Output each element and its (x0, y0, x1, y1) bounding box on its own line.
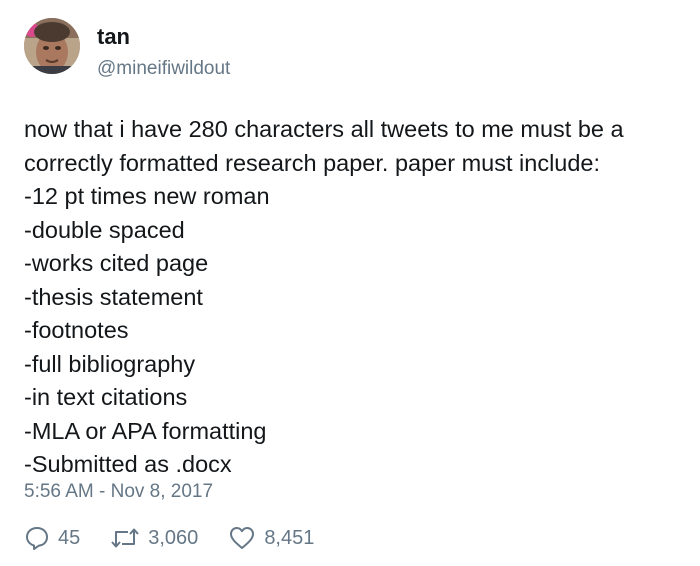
like-count: 8,451 (264, 527, 315, 549)
tweet-text-line: -thesis statement (24, 283, 203, 310)
tweet-text-line: -12 pt times new roman (24, 183, 270, 209)
retweet-icon (110, 525, 140, 551)
like-button[interactable]: 8,451 (228, 525, 314, 551)
action-bar: 45 3,060 8,451 (24, 522, 344, 554)
retweet-button[interactable]: 3,060 (110, 525, 198, 551)
tweet-card: tan @mineifiwildout now that i have 280 … (0, 0, 700, 566)
tweet-text-line: -in text citations (24, 384, 188, 410)
tweet-text-line: -works cited page (24, 250, 209, 276)
tweet-text-line: now that i have 280 characters all tweet… (24, 116, 624, 142)
reply-icon (24, 525, 50, 551)
reply-count: 45 (58, 527, 81, 549)
tweet-text-line: -double spaced (24, 216, 185, 243)
tweet-text-line: -MLA or APA formatting (24, 417, 267, 444)
tweet-text-line: correctly formatted research paper. pape… (24, 149, 601, 176)
tweet-text-line: -Submitted as .docx (24, 451, 232, 477)
profile-photo-icon (24, 18, 80, 74)
avatar[interactable] (24, 18, 80, 74)
tweet-text: now that i have 280 characters all tweet… (24, 113, 696, 482)
heart-icon (228, 525, 256, 551)
tweet-timestamp[interactable]: 5:56 AM - Nov 8, 2017 (24, 480, 213, 504)
reply-button[interactable]: 45 (24, 525, 80, 551)
tweet-text-line: -footnotes (24, 317, 129, 343)
tweet-text-line: -full bibliography (24, 350, 196, 377)
display-name[interactable]: tan (97, 24, 130, 50)
retweet-count: 3,060 (148, 527, 199, 549)
user-handle[interactable]: @mineifiwildout (97, 58, 230, 80)
